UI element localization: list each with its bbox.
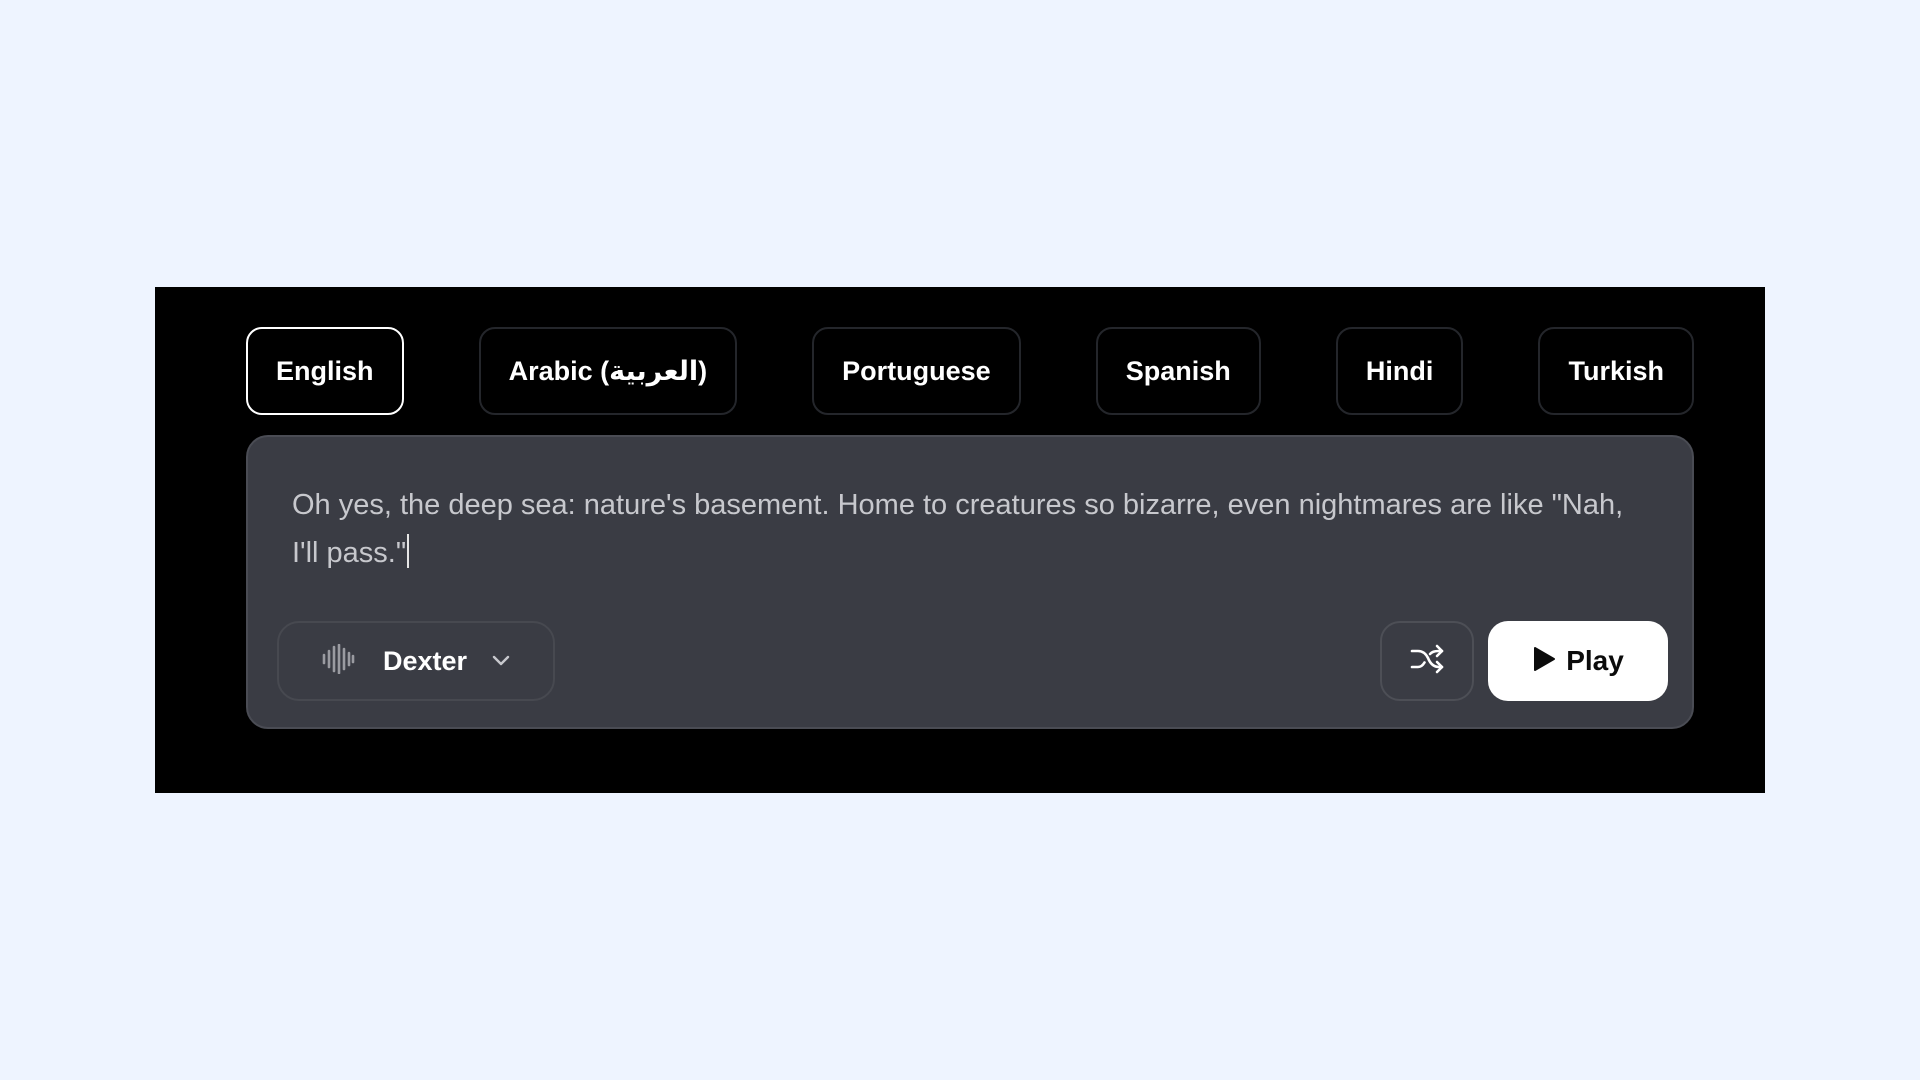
play-label: Play — [1566, 645, 1624, 676]
text-input[interactable]: Oh yes, the deep sea: nature's basement.… — [292, 481, 1652, 591]
tab-portuguese[interactable]: Portuguese — [812, 327, 1021, 415]
play-button[interactable]: Play — [1488, 621, 1668, 701]
shuffle-button[interactable] — [1380, 621, 1474, 701]
text-input-value: Oh yes, the deep sea: nature's basement.… — [292, 489, 1624, 569]
tab-arabic[interactable]: Arabic (العربية) — [478, 327, 738, 415]
tab-hindi[interactable]: Hindi — [1335, 327, 1464, 415]
tab-spanish[interactable]: Spanish — [1095, 327, 1261, 415]
voice-selector[interactable]: Dexter — [277, 621, 555, 701]
tts-demo-panel: English Arabic (العربية) Portuguese Span… — [155, 287, 1765, 793]
chevron-down-icon — [491, 655, 511, 667]
tab-english[interactable]: English — [246, 327, 404, 415]
shuffle-icon — [1409, 643, 1445, 680]
language-tabs: English Arabic (العربية) Portuguese Span… — [246, 327, 1694, 415]
text-card: Oh yes, the deep sea: nature's basement.… — [246, 435, 1694, 729]
play-icon — [1532, 646, 1556, 677]
voice-name: Dexter — [383, 645, 468, 676]
tab-turkish[interactable]: Turkish — [1538, 327, 1694, 415]
waveform-icon — [321, 643, 355, 679]
text-caret — [407, 534, 410, 568]
